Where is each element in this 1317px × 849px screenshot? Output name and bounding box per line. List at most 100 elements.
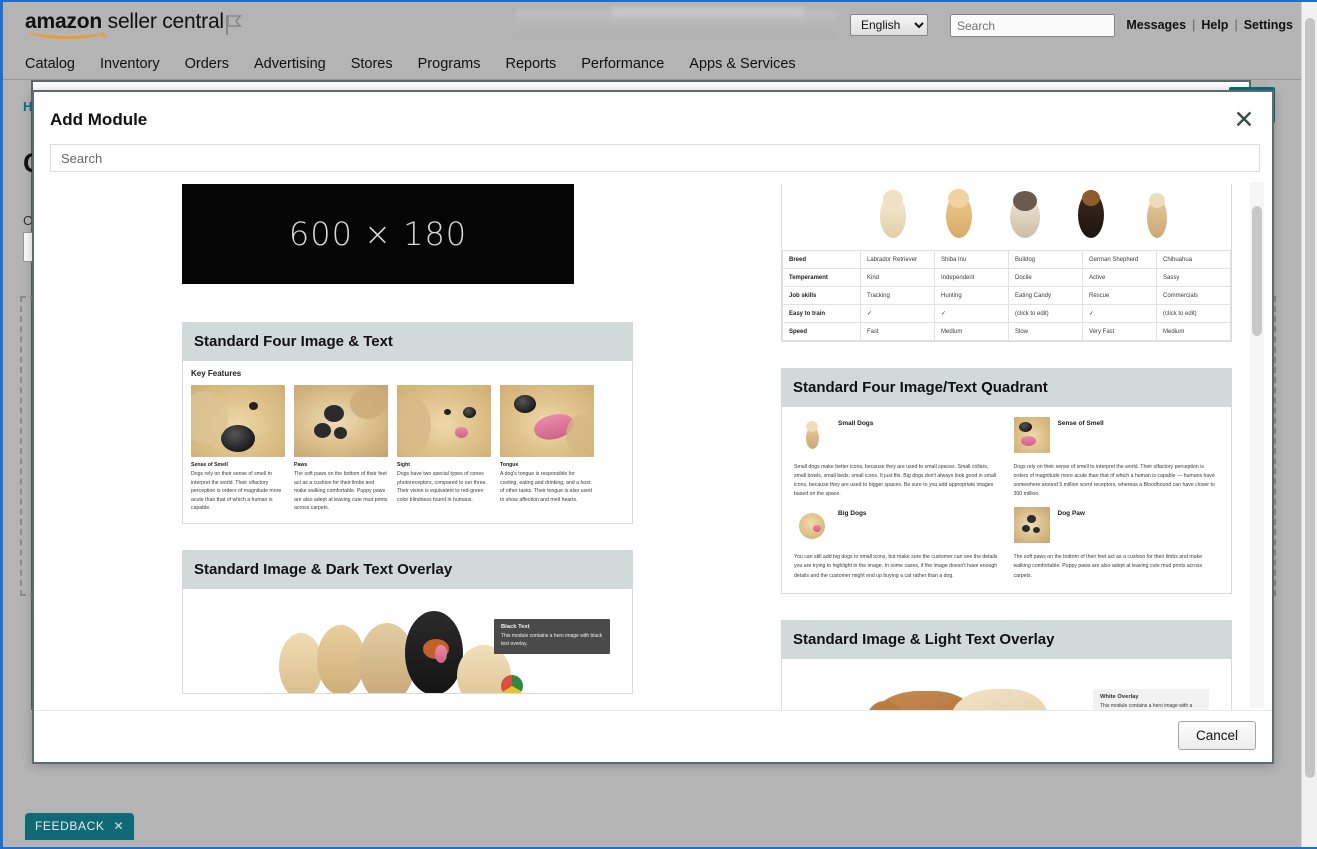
table-cell[interactable]: Shiba Inu <box>935 251 1009 269</box>
dog-face-image <box>397 385 491 457</box>
quadrant-preview: Small Dogs Small dogs make better icons,… <box>782 407 1231 593</box>
module-grid: 600 × 180 Standard Four Image & Text Key… <box>34 180 1242 710</box>
cancel-button[interactable]: Cancel <box>1178 721 1256 750</box>
modal-header: Add Module ✕ <box>34 92 1272 172</box>
table-cell[interactable]: Fast <box>861 323 935 341</box>
browser-viewport: amazon seller central English <box>0 0 1317 849</box>
table-cell[interactable]: Kind <box>861 269 935 287</box>
module-card-title: Standard Four Image/Text Quadrant <box>781 368 1232 407</box>
quadrant-heading: Sense of Smell <box>1058 420 1104 427</box>
comparison-table: Breed Labrador Retriever Shiba Inu Bulld… <box>782 250 1231 341</box>
cell-caption-title: Sight <box>397 462 491 468</box>
hero-light-overlay-preview: White Overlay This module contains a her… <box>782 659 1231 710</box>
quadrant-body: You can still add big dogs to small icon… <box>794 553 1000 580</box>
quadrant-cell: Dog Paw The soft paws on the bottom of t… <box>1014 507 1220 580</box>
table-cell[interactable]: ✓ <box>935 305 1009 323</box>
table-cell[interactable]: German Shepherd <box>1083 251 1157 269</box>
module-list-scroll-area: 600 × 180 Standard Four Image & Text Key… <box>34 180 1272 710</box>
table-row: Speed Fast Medium Slow Very Fast Medium <box>783 323 1231 341</box>
overlay-caption-dark: Black Text This module contains a hero i… <box>494 619 610 654</box>
table-cell[interactable]: Rescue <box>1083 287 1157 305</box>
quadrant-body: Dogs rely on their sense of smell to int… <box>1014 463 1220 499</box>
cell-caption-body: Dogs have two special types of cones pho… <box>397 470 491 504</box>
cell-caption-body: The soft paws on the bottom of their fee… <box>294 470 388 513</box>
overlay-title: White Overlay <box>1100 694 1202 700</box>
table-cell[interactable]: Sassy <box>1157 269 1231 287</box>
german-shepherd-image <box>1058 184 1124 250</box>
scrollbar-thumb[interactable] <box>1305 18 1315 778</box>
image-size-placeholder: 600 × 180 <box>182 184 574 284</box>
quadrant-heading: Dog Paw <box>1058 510 1085 517</box>
preview-cell: Sight Dogs have two special types of con… <box>397 385 491 513</box>
table-cell[interactable]: Labrador Retriever <box>861 251 935 269</box>
preview-image-row: Sense of Smell Dogs rely on their sense … <box>191 385 624 513</box>
quadrant-cell: Big Dogs You can still add big dogs to s… <box>794 507 1000 580</box>
module-card-title: Standard Image & Dark Text Overlay <box>182 550 633 589</box>
preview-cell: Sense of Smell Dogs rely on their sense … <box>191 385 285 513</box>
dog-nose-icon <box>1014 417 1050 453</box>
four-image-text-preview: Key Features <box>183 361 632 523</box>
overlay-body: This module contains a hero image with b… <box>501 632 603 649</box>
module-card-image-light-text-overlay[interactable]: Standard Image & Light Text Overlay <box>781 620 1232 710</box>
table-row: Temperament Kind Independent Docile Acti… <box>783 269 1231 287</box>
table-row: Breed Labrador Retriever Shiba Inu Bulld… <box>783 251 1231 269</box>
module-card-comparison-chart[interactable]: Breed Labrador Retriever Shiba Inu Bulld… <box>781 184 1232 342</box>
modal-footer: Cancel <box>34 710 1272 762</box>
table-cell[interactable]: Chihuahua <box>1157 251 1231 269</box>
module-card-title: Standard Image & Light Text Overlay <box>781 620 1232 659</box>
table-cell[interactable]: ✓ <box>1083 305 1157 323</box>
table-cell[interactable]: Medium <box>1157 323 1231 341</box>
breed-image-row <box>782 184 1231 250</box>
chihuahua-image <box>1124 184 1190 250</box>
overlay-title: Black Text <box>501 624 603 630</box>
table-cell[interactable]: Eating Candy <box>1009 287 1083 305</box>
table-cell[interactable]: Commercials <box>1157 287 1231 305</box>
table-cell[interactable]: Active <box>1083 269 1157 287</box>
quadrant-grid: Small Dogs Small dogs make better icons,… <box>794 417 1219 581</box>
module-card-four-image-text-quadrant[interactable]: Standard Four Image/Text Quadrant <box>781 368 1232 594</box>
scrollbar-thumb[interactable] <box>1252 206 1262 336</box>
overlay-caption-light: White Overlay This module contains a her… <box>1093 689 1209 710</box>
table-cell[interactable]: Medium <box>935 323 1009 341</box>
module-list-scrollbar[interactable] <box>1250 182 1264 708</box>
cell-caption-title: Tongue <box>500 462 594 468</box>
chihuahua-icon <box>794 417 830 453</box>
table-cell[interactable]: (click to edit) <box>1157 305 1231 323</box>
quadrant-heading: Big Dogs <box>838 510 867 517</box>
add-module-modal: Add Module ✕ 600 × 180 Standard Four Ima… <box>32 90 1274 764</box>
row-label: Speed <box>783 323 861 341</box>
module-preview: White Overlay This module contains a her… <box>781 659 1232 710</box>
table-cell[interactable]: Bulldog <box>1009 251 1083 269</box>
table-cell[interactable]: Very Fast <box>1083 323 1157 341</box>
table-cell[interactable]: Hunting <box>935 287 1009 305</box>
comparison-chart-preview: Breed Labrador Retriever Shiba Inu Bulld… <box>782 184 1231 341</box>
preview-heading: Key Features <box>191 369 624 378</box>
module-preview: Key Features <box>182 361 633 524</box>
module-card-image-dark-text-overlay[interactable]: Standard Image & Dark Text Overlay <box>182 550 633 694</box>
module-grid-column-right: Breed Labrador Retriever Shiba Inu Bulld… <box>781 180 1232 710</box>
row-label: Easy to train <box>783 305 861 323</box>
cell-caption-title: Paws <box>294 462 388 468</box>
row-label: Breed <box>783 251 861 269</box>
quadrant-cell: Small Dogs Small dogs make better icons,… <box>794 417 1000 499</box>
modal-body: 600 × 180 Standard Four Image & Text Key… <box>34 180 1272 710</box>
browser-scrollbar[interactable] <box>1301 2 1317 847</box>
quadrant-body: Small dogs make better icons, because th… <box>794 463 1000 499</box>
table-cell[interactable]: (click to edit) <box>1009 305 1083 323</box>
module-search-input[interactable] <box>50 144 1260 172</box>
bulldog-image <box>992 184 1058 250</box>
table-cell[interactable]: Independent <box>935 269 1009 287</box>
table-cell[interactable]: ✓ <box>861 305 935 323</box>
close-icon[interactable]: ✕ <box>1230 106 1258 134</box>
quadrant-heading: Small Dogs <box>838 420 873 427</box>
module-card-four-image-text[interactable]: Standard Four Image & Text Key Features <box>182 322 633 524</box>
module-card-title: Standard Four Image & Text <box>182 322 633 361</box>
row-label: Job skills <box>783 287 861 305</box>
module-preview: Black Text This module contains a hero i… <box>182 589 633 694</box>
table-cell[interactable]: Docile <box>1009 269 1083 287</box>
table-cell[interactable]: Slow <box>1009 323 1083 341</box>
table-row: Job skills Tracking Hunting Eating Candy… <box>783 287 1231 305</box>
quadrant-cell: Sense of Smell Dogs rely on their sense … <box>1014 417 1220 499</box>
quadrant-body: The soft paws on the bottom of their fee… <box>1014 553 1220 580</box>
table-cell[interactable]: Tracking <box>861 287 935 305</box>
